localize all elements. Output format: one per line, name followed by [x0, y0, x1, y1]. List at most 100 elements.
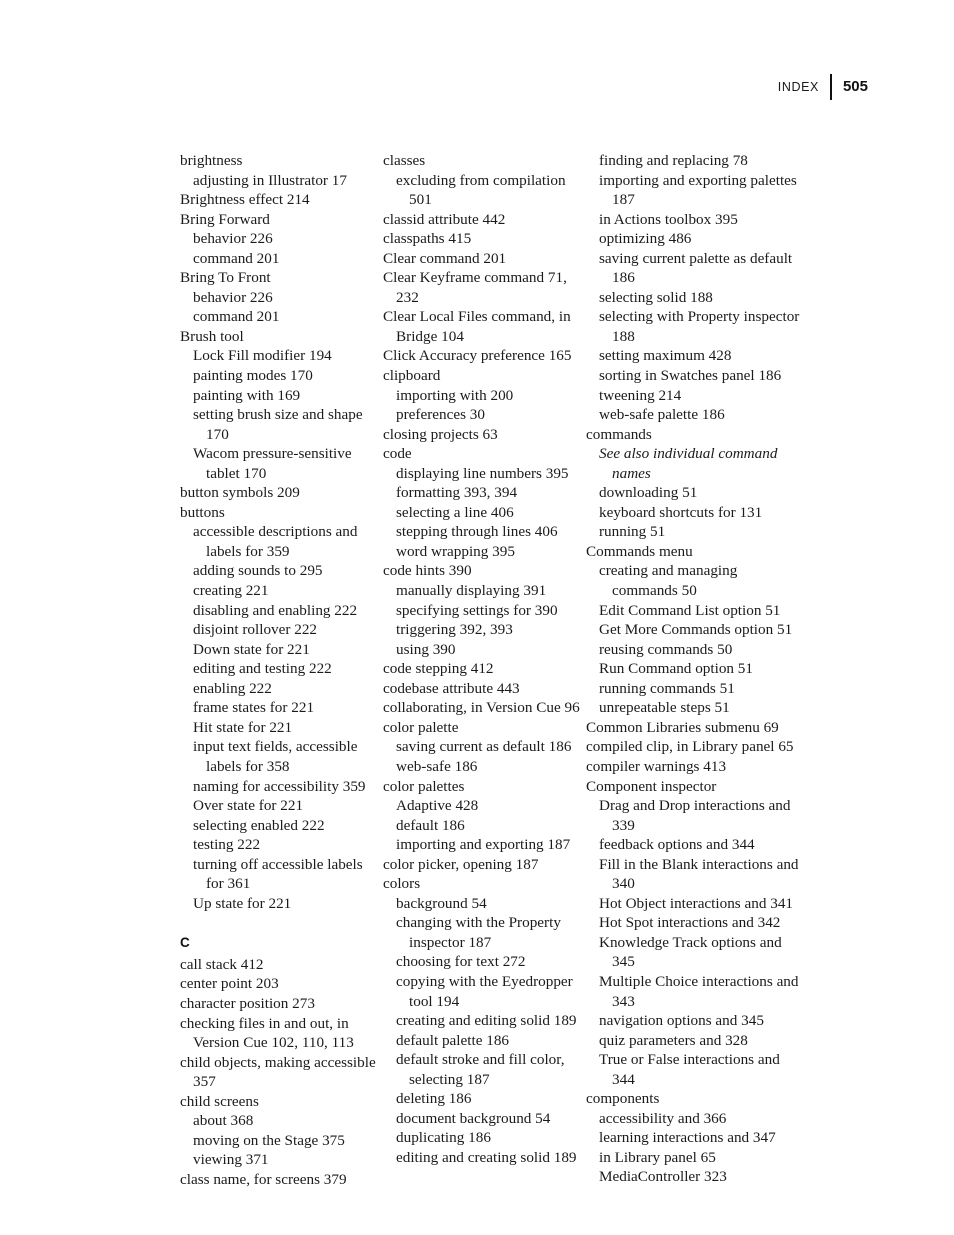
index-subentry: behavior 226: [193, 288, 273, 306]
index-subentry: default stroke and fill color, selecting…: [396, 1051, 565, 1088]
index-subentry: Run Command option 51: [599, 660, 753, 678]
index-subentry: accessibility and 366: [599, 1109, 727, 1127]
index-subentry: moving on the Stage 375: [193, 1131, 345, 1149]
column-2: classes excluding from compilation 501 cla…: [383, 151, 586, 1189]
index-subentry: setting brush size and shape 170: [193, 406, 363, 443]
index-subentry: running commands 51: [599, 679, 735, 697]
index-entry: Bring To Front: [180, 269, 271, 287]
index-subentry: unrepeatable steps 51: [599, 699, 730, 717]
index-entry: color palettes: [383, 777, 465, 795]
index-subentry: navigation options and 345: [599, 1012, 764, 1030]
index-subentry: adjusting in Illustrator 17: [193, 171, 347, 189]
column-3: finding and replacing 78 importing and ex…: [586, 151, 800, 1189]
index-subentry: frame states for 221: [193, 699, 315, 717]
index-entry: color picker, opening 187: [383, 855, 539, 873]
index-subentry: in Library panel 65: [599, 1148, 716, 1166]
index-entry: colors: [383, 875, 421, 893]
index-subentry: keyboard shortcuts for 131: [599, 503, 763, 521]
index-subentry: creating and managing commands 50: [599, 562, 738, 600]
index-subentry: about 368: [193, 1112, 254, 1130]
index-subentry: finding and replacing 78: [599, 152, 748, 169]
index-subentry: choosing for text 272: [396, 953, 526, 971]
index-entry: classid attribute 442: [383, 210, 506, 228]
index-subentry: MediaController 323: [599, 1168, 727, 1186]
index-entry: child objects, making accessible 357: [180, 1053, 376, 1091]
index-subentry: True or False interactions and 344: [599, 1051, 780, 1088]
index-subentry: duplicating 186: [396, 1129, 491, 1147]
index-subentry: Lock Fill modifier 194: [193, 347, 332, 365]
index-columns: brightness adjusting in Illustrator 17 Bri…: [180, 151, 900, 1189]
index-entry: center point 203: [180, 975, 279, 993]
index-entry: code hints 390: [383, 562, 472, 580]
index-subentry: in Actions toolbox 395: [599, 210, 738, 228]
index-subentry: behavior 226: [193, 230, 273, 248]
index-entry: call stack 412: [180, 955, 264, 973]
index-subentry: turning off accessible labels for 361: [193, 855, 363, 893]
index-subentry: tweening 214: [599, 386, 682, 404]
index-subentry: Knowledge Track options and 345: [599, 933, 782, 971]
running-head-label: INDEX: [777, 80, 819, 94]
index-subentry: deleting 186: [396, 1090, 472, 1108]
index-entry: Brightness effect 214: [180, 191, 310, 209]
index-subentry: importing with 200: [396, 386, 514, 404]
index-subentry: Hot Object interactions and 341: [599, 894, 794, 912]
index-subentry: creating and editing solid 189: [396, 1012, 577, 1030]
index-entry: Clear Keyframe command 71, 232: [383, 269, 567, 306]
index-entry: code stepping 412: [383, 660, 494, 678]
index-subentry: reusing commands 50: [599, 640, 733, 658]
index-entry: Component inspector: [586, 777, 717, 795]
index-entry: collaborating, in Version Cue 96: [383, 699, 580, 717]
index-entry: clipboard: [383, 367, 441, 385]
index-subentry: Wacom pressure-sensitive tablet 170: [193, 445, 352, 482]
index-entry: compiler warnings 413: [586, 757, 727, 775]
index-subentry: selecting with Property inspector 188: [599, 308, 800, 345]
index-entry: brightness: [180, 152, 243, 169]
index-subentry: Over state for 221: [193, 797, 304, 815]
index-subentry: disabling and enabling 222: [193, 601, 358, 619]
index-entry: checking files in and out, in Version Cu…: [180, 1014, 354, 1052]
index-subentry: setting maximum 428: [599, 347, 732, 365]
index-subentry: specifying settings for 390: [396, 601, 558, 619]
index-subentry: importing and exporting palettes 187: [599, 171, 797, 209]
index-subentry: Multiple Choice interactions and 343: [599, 972, 799, 1010]
index-subentry: accessible descriptions and labels for 3…: [193, 523, 358, 560]
index-subentry: adding sounds to 295: [193, 562, 323, 580]
index-subentry: Hit state for 221: [193, 718, 293, 736]
index-subentry: learning interactions and 347: [599, 1129, 776, 1147]
index-section-letter: C: [180, 935, 190, 951]
index-subentry: command 201: [193, 249, 280, 267]
index-subentry: quiz parameters and 328: [599, 1031, 748, 1049]
index-subentry: web-safe palette 186: [599, 406, 725, 424]
index-subentry: formatting 393, 394: [396, 484, 518, 502]
index-entry: child screens: [180, 1092, 259, 1110]
index-subentry: viewing 371: [193, 1151, 269, 1169]
index-subentry: Adaptive 428: [396, 797, 479, 815]
index-subentry: creating 221: [193, 582, 269, 600]
column-1: brightness adjusting in Illustrator 17 Bri…: [180, 151, 383, 1189]
index-subentry: document background 54: [396, 1109, 551, 1127]
index-subentry: preferences 30: [396, 406, 485, 424]
page-running-head: INDEX 505: [778, 74, 868, 100]
index-subentry: selecting a line 406: [396, 503, 514, 521]
index-subentry: displaying line numbers 395: [396, 464, 569, 482]
index-subentry: stepping through lines 406: [396, 523, 558, 541]
index-entry: Brush tool: [180, 327, 244, 345]
index-subentry: using 390: [396, 640, 456, 658]
index-entry: character position 273: [180, 994, 315, 1012]
index-subentry: optimizing 486: [599, 230, 692, 248]
index-subentry: Up state for 221: [193, 894, 292, 912]
index-entry: class name, for screens 379: [180, 1170, 347, 1188]
index-subentry: triggering 392, 393: [396, 621, 513, 639]
index-subentry: web-safe 186: [396, 757, 478, 775]
index-subentry: Fill in the Blank interactions and 340: [599, 855, 799, 893]
index-subentry: default palette 186: [396, 1031, 510, 1049]
index-subentry: painting modes 170: [193, 367, 313, 385]
index-subentry: importing and exporting 187: [396, 836, 571, 854]
index-entry: components: [586, 1090, 660, 1108]
index-subentry: Hot Spot interactions and 342: [599, 914, 781, 932]
index-subentry: background 54: [396, 894, 487, 912]
index-subentry: manually displaying 391: [396, 582, 547, 600]
index-subentry: input text fields, accessible labels for…: [193, 738, 358, 775]
index-subentry: Drag and Drop interactions and 339: [599, 797, 791, 834]
index-subentry: feedback options and 344: [599, 836, 755, 854]
